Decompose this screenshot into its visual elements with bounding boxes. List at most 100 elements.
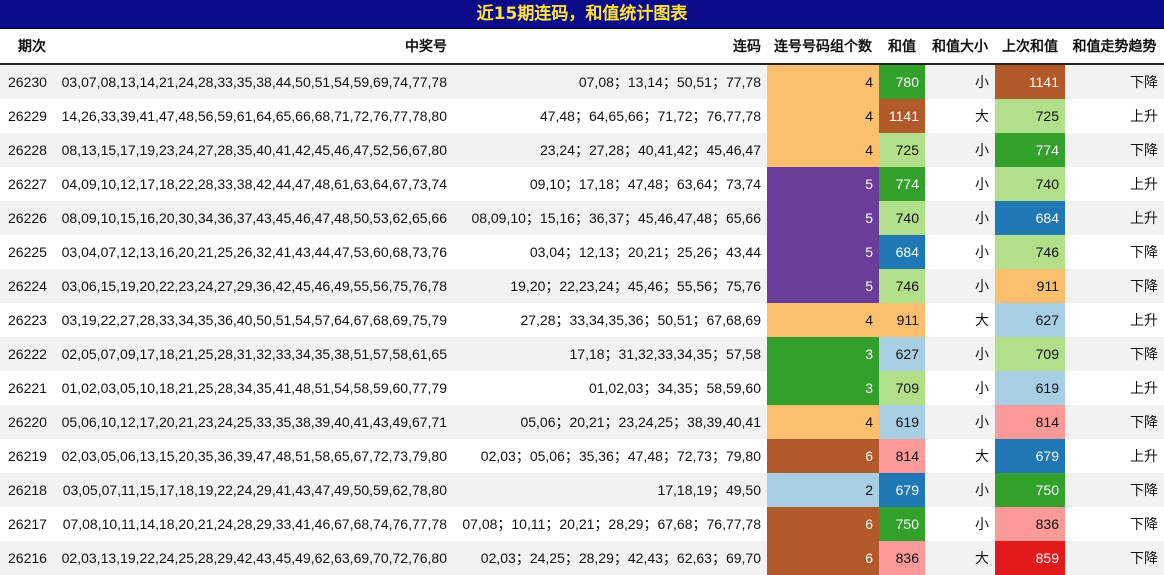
table-body: 26230 03,07,08,13,14,21,24,28,33,35,38,44… [0, 64, 1164, 575]
consecutive-cell: 05,06；20,21；23,24,25；38,39,40,41 [520, 414, 761, 430]
prev-sum-cell: 911 [995, 269, 1065, 303]
prev-sum-cell: 684 [995, 201, 1065, 235]
size-cell: 大 [975, 449, 989, 465]
period-cell: 26218 [8, 482, 47, 498]
trend-cell: 下降 [1130, 551, 1158, 567]
trend-cell: 上升 [1130, 211, 1158, 227]
trend-cell: 上升 [1130, 313, 1158, 329]
prev-sum-cell: 1141 [995, 64, 1065, 99]
stats-table: 期次 中奖号 连码 连号号码组个数 和值 和值大小 上次和值 和值走势趋势 26… [0, 29, 1164, 575]
sum-cell: 814 [879, 439, 925, 473]
period-cell: 26221 [8, 380, 47, 396]
period-cell: 26226 [8, 210, 47, 226]
prev-sum-cell: 859 [995, 541, 1065, 575]
winning-numbers-cell: 07,08,10,11,14,18,20,21,24,28,29,33,41,4… [62, 516, 447, 532]
consecutive-cell: 08,09,10；15,16；36,37；45,46,47,48；65,66 [471, 210, 761, 226]
group-count-cell: 5 [767, 269, 879, 303]
group-count-cell: 4 [767, 99, 879, 133]
trend-cell: 下降 [1130, 143, 1158, 159]
consecutive-cell: 02,03；05,06；35,36；47,48；72,73；79,80 [480, 448, 761, 464]
consecutive-cell: 03,04；12,13；20,21；25,26；43,44 [529, 244, 761, 260]
table-row: 26221 01,02,03,05,10,18,21,25,28,34,35,41… [0, 371, 1164, 405]
prev-sum-cell: 740 [995, 167, 1065, 201]
header-size: 和值大小 [925, 29, 995, 65]
consecutive-cell: 17,18；31,32,33,34,35；57,58 [569, 346, 762, 362]
table-row: 26230 03,07,08,13,14,21,24,28,33,35,38,44… [0, 64, 1164, 99]
period-cell: 26224 [8, 278, 47, 294]
header-row: 期次 中奖号 连码 连号号码组个数 和值 和值大小 上次和值 和值走势趋势 [0, 29, 1164, 65]
table-row: 26217 07,08,10,11,14,18,20,21,24,28,29,33… [0, 507, 1164, 541]
size-cell: 小 [975, 143, 989, 159]
header-period: 期次 [0, 29, 54, 65]
consecutive-cell: 47,48；64,65,66；71,72；76,77,78 [539, 108, 761, 124]
size-cell: 小 [975, 347, 989, 363]
table-row: 26224 03,06,15,19,20,22,23,24,27,29,36,42… [0, 269, 1164, 303]
table-row: 26222 02,05,07,09,17,18,21,25,28,31,32,33… [0, 337, 1164, 371]
winning-numbers-cell: 03,06,15,19,20,22,23,24,27,29,36,42,45,4… [61, 278, 447, 294]
header-trend: 和值走势趋势 [1065, 29, 1164, 65]
consecutive-cell: 07,08；13,14；50,51；77,78 [578, 74, 761, 90]
group-count-cell: 4 [767, 133, 879, 167]
size-cell: 小 [975, 279, 989, 295]
sum-cell: 684 [879, 235, 925, 269]
group-count-cell: 4 [767, 64, 879, 99]
table-row: 26225 03,04,07,12,13,16,20,21,25,26,32,41… [0, 235, 1164, 269]
winning-numbers-cell: 01,02,03,05,10,18,21,25,28,34,35,41,48,5… [61, 380, 447, 396]
trend-cell: 下降 [1130, 483, 1158, 499]
group-count-cell: 5 [767, 201, 879, 235]
period-cell: 26225 [8, 244, 47, 260]
table-row: 26228 08,13,15,17,19,23,24,27,28,35,40,41… [0, 133, 1164, 167]
table-row: 26223 03,19,22,27,28,33,34,35,36,40,50,51… [0, 303, 1164, 337]
sum-cell: 679 [879, 473, 925, 507]
prev-sum-cell: 774 [995, 133, 1065, 167]
sum-cell: 725 [879, 133, 925, 167]
period-cell: 26219 [8, 448, 47, 464]
sum-cell: 746 [879, 269, 925, 303]
winning-numbers-cell: 03,07,08,13,14,21,24,28,33,35,38,44,50,5… [61, 74, 447, 90]
size-cell: 大 [975, 109, 989, 125]
trend-cell: 上升 [1130, 109, 1158, 125]
table-row: 26220 05,06,10,12,17,20,21,23,24,25,33,35… [0, 405, 1164, 439]
table-row: 26227 04,09,10,12,17,18,22,28,33,38,42,44… [0, 167, 1164, 201]
winning-numbers-cell: 02,05,07,09,17,18,21,25,28,31,32,33,34,3… [61, 346, 447, 362]
consecutive-cell: 02,03；24,25；28,29；42,43；62,63；69,70 [480, 550, 761, 566]
prev-sum-cell: 725 [995, 99, 1065, 133]
size-cell: 大 [975, 313, 989, 329]
consecutive-cell: 17,18,19；49,50 [657, 482, 761, 498]
size-cell: 小 [975, 415, 989, 431]
group-count-cell: 2 [767, 473, 879, 507]
prev-sum-cell: 627 [995, 303, 1065, 337]
prev-sum-cell: 619 [995, 371, 1065, 405]
table-row: 26219 02,03,05,06,13,15,20,35,36,39,47,48… [0, 439, 1164, 473]
trend-cell: 下降 [1130, 415, 1158, 431]
size-cell: 大 [975, 551, 989, 567]
group-count-cell: 3 [767, 337, 879, 371]
trend-cell: 下降 [1130, 75, 1158, 91]
prev-sum-cell: 679 [995, 439, 1065, 473]
period-cell: 26230 [8, 74, 47, 90]
consecutive-cell: 07,08；10,11；20,21；28,29；67,68；76,77,78 [462, 516, 761, 532]
sum-cell: 911 [879, 303, 925, 337]
consecutive-cell: 09,10；17,18；47,48；63,64；73,74 [529, 176, 761, 192]
prev-sum-cell: 709 [995, 337, 1065, 371]
period-cell: 26220 [8, 414, 47, 430]
consecutive-cell: 01,02,03；34,35；58,59,60 [588, 380, 761, 396]
sum-cell: 836 [879, 541, 925, 575]
group-count-cell: 5 [767, 167, 879, 201]
sum-cell: 1141 [879, 99, 925, 133]
period-cell: 26222 [8, 346, 47, 362]
table-row: 26218 03,05,07,11,15,17,18,19,22,24,29,41… [0, 473, 1164, 507]
period-cell: 26223 [8, 312, 47, 328]
page-title: 近15期连码，和值统计图表 [0, 0, 1164, 29]
group-count-cell: 6 [767, 507, 879, 541]
prev-sum-cell: 814 [995, 405, 1065, 439]
trend-cell: 下降 [1130, 245, 1158, 261]
group-count-cell: 4 [767, 405, 879, 439]
sum-cell: 750 [879, 507, 925, 541]
header-prev-sum: 上次和值 [995, 29, 1065, 65]
group-count-cell: 5 [767, 235, 879, 269]
group-count-cell: 6 [767, 439, 879, 473]
group-count-cell: 4 [767, 303, 879, 337]
table-row: 26226 08,09,10,15,16,20,30,34,36,37,43,45… [0, 201, 1164, 235]
group-count-cell: 6 [767, 541, 879, 575]
